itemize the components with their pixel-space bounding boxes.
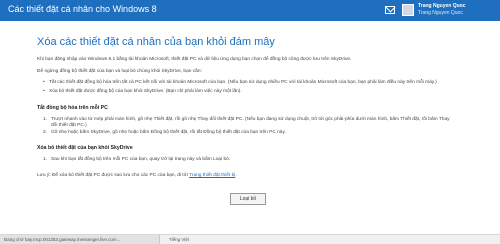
section-title-turn-off-sync: Tắt đồng bộ hóa trên mỗi PC <box>37 104 108 111</box>
status-text: Đang chờ bay.mcp.001253.gateway.messenge… <box>0 235 160 244</box>
step-number: 1. <box>43 157 48 163</box>
list-item: Tắt các thiết đặt đồng bộ hóa trên tất c… <box>43 80 457 86</box>
turn-off-sync-steps: 1. Trượt nhanh vào từ mép phải màn hình,… <box>43 117 457 137</box>
avatar[interactable] <box>402 4 414 16</box>
main-heading: Xóa các thiết đặt cá nhân của bạn khỏi đ… <box>37 36 275 48</box>
main-content: Xóa các thiết đặt cá nhân của bạn khỏi đ… <box>37 36 457 187</box>
list-item: 1. Sau khi bạn tắt đồng bộ trên mỗi PC c… <box>43 157 457 163</box>
status-bar: Đang chờ bay.mcp.001253.gateway.messenge… <box>0 234 500 244</box>
device-settings-note: Lưu ý: Để xóa bỏ thiết đặt PC được sao l… <box>37 173 457 179</box>
intro-text: Khi bạn đăng nhập vào Windows 8.1 bằng t… <box>37 57 352 62</box>
top-header-bar: Các thiết đặt cá nhân cho Windows 8 Tran… <box>0 0 500 21</box>
remove-settings-steps: 1. Sau khi bạn tắt đồng bộ trên mỗi PC c… <box>43 157 457 163</box>
user-name: Trang Nguyen Quoc <box>418 3 466 9</box>
step-number: 1. <box>43 116 48 122</box>
note-prefix: Lưu ý: Để xóa bỏ thiết đặt PC được sao l… <box>37 172 190 178</box>
step-text: Gõ nhẹ hoặc bấm SkyDrive, gõ nhẹ hoặc bấ… <box>51 130 286 136</box>
list-item: Xóa bỏ thiết đặt được đồng bộ của bạn kh… <box>43 89 457 95</box>
mail-icon[interactable] <box>385 6 395 14</box>
list-item: 2. Gõ nhẹ hoặc bấm SkyDrive, gõ nhẹ hoặc… <box>43 130 457 136</box>
step-text: Trượt nhanh vào từ mép phải màn hình, gõ… <box>51 116 450 129</box>
remove-button-wrap: Loại bỏ <box>230 193 266 205</box>
page-title: Các thiết đặt cá nhân cho Windows 8 <box>8 4 157 14</box>
device-settings-link[interactable]: Trang thiết đặt thiết bị <box>189 173 235 178</box>
list-item: 1. Trượt nhanh vào từ mép phải màn hình,… <box>43 117 457 129</box>
step-text: Sau khi bạn tắt đồng bộ trên mỗi PC của … <box>51 157 231 163</box>
note-suffix: . <box>235 172 237 178</box>
sync-note-text: Để ngừng đồng bộ thiết đặt của bạn và lo… <box>37 69 202 75</box>
remove-button[interactable]: Loại bỏ <box>230 193 266 205</box>
requirements-list: Tắt các thiết đặt đồng bộ hóa trên tất c… <box>43 80 457 95</box>
section-title-remove-settings: Xóa bỏ thiết đặt của bạn khỏi SkyDrive <box>37 145 133 152</box>
step-number: 2. <box>43 130 48 136</box>
user-info[interactable]: Trang Nguyen Quoc Trang Nguyen Quoc <box>418 3 466 17</box>
user-sub: Trang Nguyen Quoc <box>418 10 463 16</box>
language-selector[interactable]: Tiếng Việt <box>169 235 189 244</box>
